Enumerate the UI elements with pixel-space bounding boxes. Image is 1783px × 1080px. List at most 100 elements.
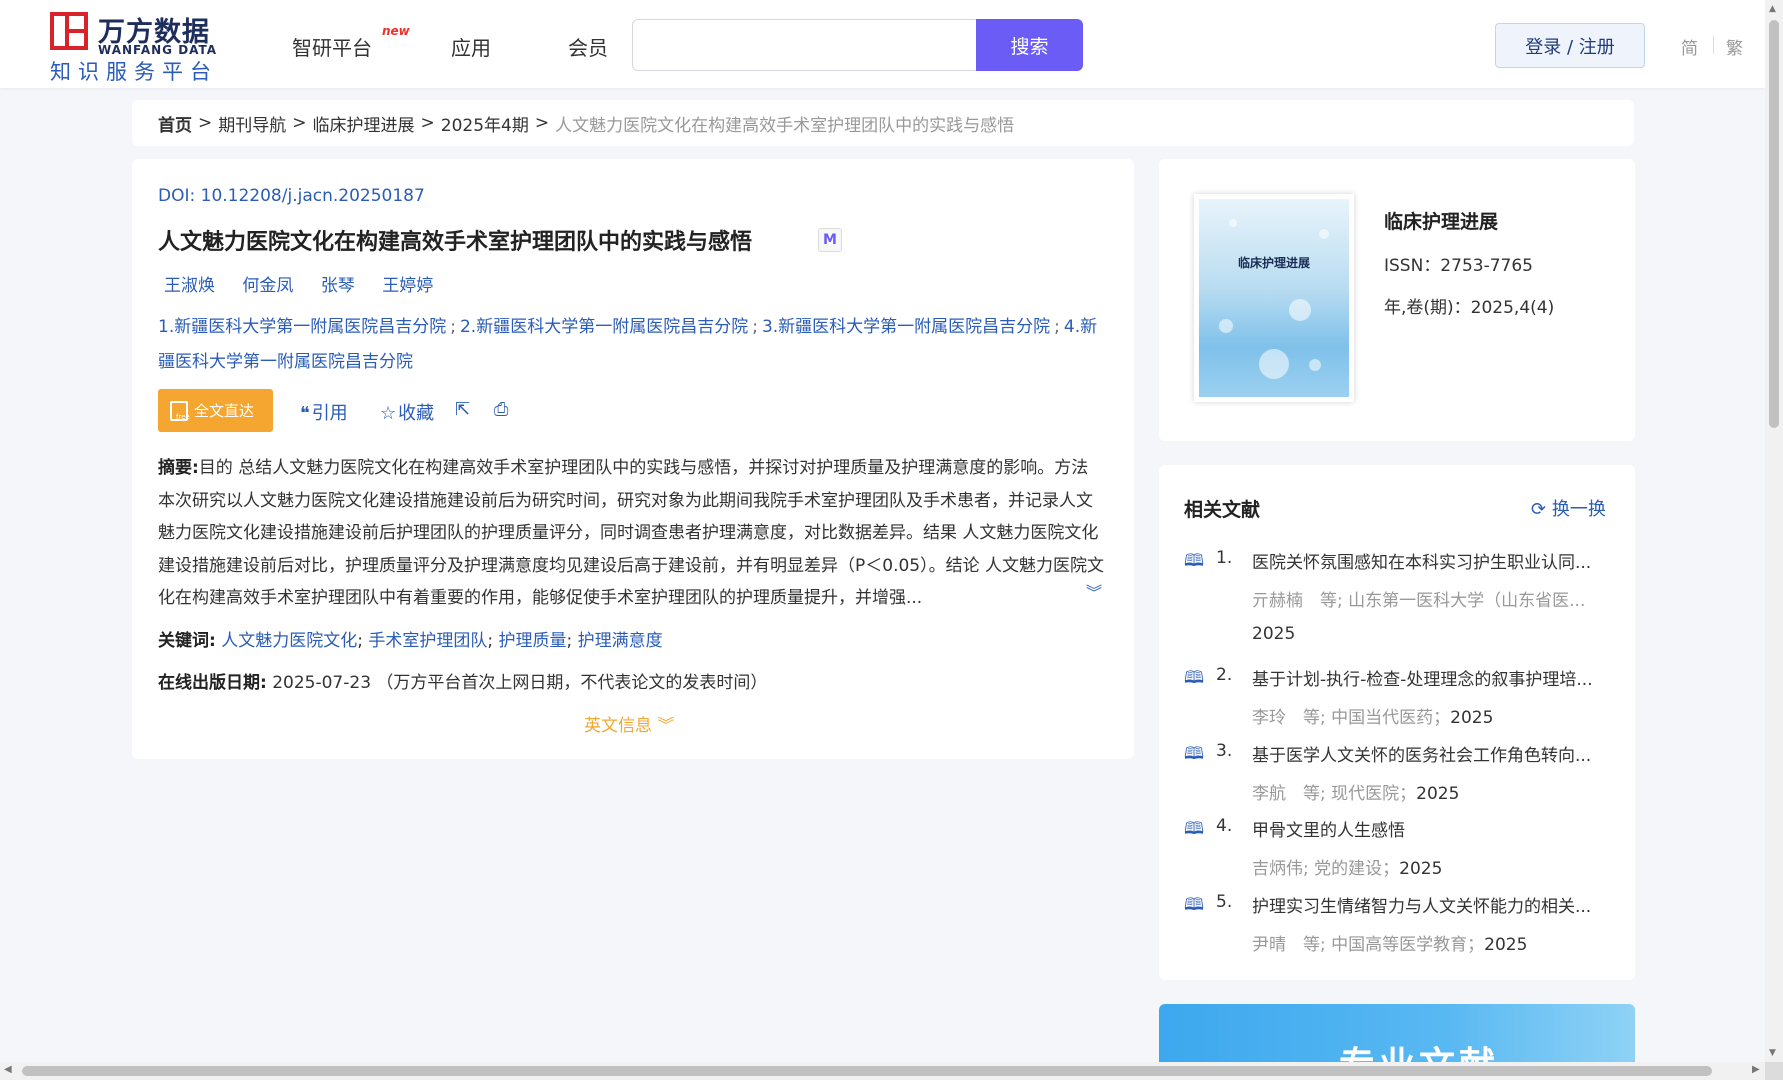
doi-label: DOI: <box>158 186 196 206</box>
refresh-label: 换一换 <box>1551 499 1606 520</box>
login-register-button[interactable]: 登录 / 注册 <box>1495 23 1645 68</box>
affil-sep: ; <box>450 317 456 337</box>
related-num: 3. <box>1216 741 1233 761</box>
horizontal-scroll-thumb[interactable] <box>22 1066 1712 1076</box>
nav-zhiyan[interactable]: 智研平台 <box>292 32 372 61</box>
lang-traditional[interactable]: 繁 <box>1726 34 1743 59</box>
lang-simplified[interactable]: 简 <box>1681 34 1698 59</box>
cover-image: 临床护理进展 <box>1199 199 1349 397</box>
doi: DOI: 10.12208/j.jacn.20250187 <box>158 186 425 206</box>
book-icon: 🕮 <box>1184 819 1205 839</box>
collect-label: 收藏 <box>398 403 435 424</box>
cite-label: 引用 <box>311 403 348 424</box>
online-pubdate: 在线出版日期: 2025-07-23 （万方平台首次上网日期，不代表论文的发表时… <box>158 668 767 693</box>
refresh-button[interactable]: ⟳ 换一换 <box>1531 495 1606 521</box>
journal-name[interactable]: 临床护理进展 <box>1384 207 1498 234</box>
breadcrumb-journals[interactable]: 期刊导航 <box>218 111 286 136</box>
free-doc-icon <box>170 400 190 421</box>
scroll-right-icon[interactable]: ▶ <box>1752 1064 1760 1075</box>
related-title-link[interactable]: 基于计划-执行-检查-处理理念的叙事护理培... <box>1252 665 1614 690</box>
breadcrumb-home[interactable]: 首页 <box>158 111 192 136</box>
related-meta: 李玲 等; 中国当代医药；2025 <box>1252 708 1494 728</box>
wanfang-logo[interactable]: 万方数据 WANFANG DATA 知识服务平台 <box>48 10 218 84</box>
related-title-link[interactable]: 医院关怀氛围感知在本科实习护生职业认同... <box>1252 548 1614 573</box>
breadcrumb-sep: > <box>534 113 550 133</box>
related-title-link[interactable]: 基于医学人文关怀的医务社会工作角色转向... <box>1252 741 1614 766</box>
affiliation-link[interactable]: 2.新疆医科大学第一附属医院昌吉分院 <box>460 317 748 337</box>
related-year: 2025 <box>1484 935 1528 955</box>
keyword-link[interactable]: 人文魅力医院文化 <box>221 631 357 651</box>
related-meta: 尹晴 等; 中国高等医学教育；2025 <box>1252 935 1528 955</box>
scroll-left-icon[interactable]: ◀ <box>4 1064 12 1075</box>
author-link[interactable]: 王淑焕 <box>164 276 215 296</box>
collect-button[interactable]: ☆ 收藏 <box>380 399 434 425</box>
nav-member[interactable]: 会员 <box>568 32 608 61</box>
related-item: 🕮 1. 医院关怀氛围感知在本科实习护生职业认同... 亓赫楠 等; 山东第一医… <box>1184 548 1614 658</box>
logo-subtitle: 知识服务平台 <box>50 60 218 84</box>
related-year: 2025 <box>1450 708 1494 728</box>
journal-cover[interactable]: 临床护理进展 <box>1194 194 1354 402</box>
related-title-link[interactable]: 甲骨文里的人生感悟 <box>1252 816 1614 841</box>
m-badge-icon[interactable]: M <box>818 228 842 252</box>
nav-apps[interactable]: 应用 <box>451 32 491 61</box>
vertical-scrollbar[interactable]: ▲ ▼ <box>1765 0 1783 1062</box>
header: 万方数据 WANFANG DATA 知识服务平台 智研平台 new 应用 会员 … <box>0 0 1765 88</box>
breadcrumb-journal[interactable]: 临床护理进展 <box>313 111 415 136</box>
author-link[interactable]: 何金凤 <box>242 276 293 296</box>
search-input[interactable] <box>632 19 977 71</box>
abstract-text: 目的 总结人文魅力医院文化在构建高效手术室护理团队中的实践与感悟，并探讨对护理质… <box>158 458 1105 608</box>
doi-link[interactable]: 10.12208/j.jacn.20250187 <box>201 186 425 206</box>
scroll-up-icon[interactable]: ▲ <box>1769 4 1776 14</box>
search-button[interactable]: 搜索 <box>976 19 1083 71</box>
breadcrumb-sep: > <box>420 113 435 133</box>
article-title: 人文魅力医院文化在构建高效手术室护理团队中的实践与感悟 <box>158 230 753 255</box>
chevron-down-icon[interactable]: ︾ <box>1086 579 1102 603</box>
book-icon: 🕮 <box>1184 668 1205 688</box>
scroll-down-icon[interactable]: ▼ <box>1769 1048 1776 1058</box>
quote-icon: ❝ <box>300 403 310 424</box>
keyword-link[interactable]: 护理质量 <box>499 631 567 651</box>
related-item: 🕮 3. 基于医学人文关怀的医务社会工作角色转向... 李航 等; 现代医院；2… <box>1184 741 1614 811</box>
fulltext-label: 全文直达 <box>194 402 255 420</box>
fulltext-button[interactable]: 全文直达 <box>158 389 273 432</box>
journal-issn: ISSN：2753-7765 <box>1384 256 1533 276</box>
print-icon: ⎙ <box>494 399 509 420</box>
journal-card: 临床护理进展 临床护理进展 ISSN：2753-7765 年,卷(期)：2025… <box>1159 159 1635 441</box>
related-literature-card: 相关文献 ⟳ 换一换 🕮 1. 医院关怀氛围感知在本科实习护生职业认同... 亓… <box>1159 465 1635 980</box>
related-meta: 李航 等; 现代医院；2025 <box>1252 784 1460 804</box>
author-link[interactable]: 张琴 <box>321 276 355 296</box>
affiliation-link[interactable]: 3.新疆医科大学第一附属医院昌吉分院 <box>762 317 1050 337</box>
breadcrumb-sep: > <box>198 113 213 133</box>
affil-sep: ; <box>1054 317 1060 337</box>
keywords: 关键词: 人文魅力医院文化; 手术室护理团队; 护理质量; 护理满意度 <box>158 626 663 651</box>
vertical-scroll-thumb[interactable] <box>1769 20 1779 428</box>
abstract: 摘要:目的 总结人文魅力医院文化在构建高效手术室护理团队中的实践与感悟，并探讨对… <box>158 452 1108 614</box>
related-year: 2025 <box>1252 624 1296 644</box>
share-button[interactable]: ⇱ <box>455 399 472 420</box>
book-icon: 🕮 <box>1184 744 1205 764</box>
author-list: 王淑焕 何金凤 张琴 王婷婷 <box>164 271 455 296</box>
related-title-link[interactable]: 护理实习生情绪智力与人文关怀能力的相关... <box>1252 892 1614 917</box>
cite-button[interactable]: ❝ 引用 <box>300 399 348 425</box>
related-title: 相关文献 <box>1184 499 1261 521</box>
affiliation-link[interactable]: 1.新疆医科大学第一附属医院昌吉分院 <box>158 317 446 337</box>
book-icon: 🕮 <box>1184 895 1205 915</box>
scrollbar-corner <box>1765 1062 1783 1080</box>
english-info-toggle[interactable]: 英文信息 ︾ <box>584 711 674 736</box>
related-year: 2025 <box>1399 859 1443 879</box>
article-card: DOI: 10.12208/j.jacn.20250187 人文魅力医院文化在构… <box>132 159 1134 759</box>
breadcrumb-issue[interactable]: 2025年4期 <box>441 111 529 136</box>
keyword-link[interactable]: 护理满意度 <box>578 631 663 651</box>
cover-title: 临床护理进展 <box>1237 256 1310 270</box>
kw-sep: ; <box>487 631 494 651</box>
keyword-link[interactable]: 手术室护理团队 <box>368 631 487 651</box>
affiliation-list: 1.新疆医科大学第一附属医院昌吉分院; 2.新疆医科大学第一附属医院昌吉分院; 3.… <box>158 310 1108 380</box>
breadcrumb: 首页 > 期刊导航 > 临床护理进展 > 2025年4期 > 人文魅力医院文化在… <box>132 100 1634 146</box>
keywords-label: 关键词: <box>158 631 216 651</box>
author-link[interactable]: 王婷婷 <box>382 276 433 296</box>
related-meta: 吉炳伟; 党的建设；2025 <box>1252 859 1443 879</box>
share-icon: ⇱ <box>455 399 471 420</box>
lang-divider <box>1713 36 1714 54</box>
horizontal-scrollbar[interactable]: ◀ ▶ <box>0 1062 1765 1080</box>
print-button[interactable]: ⎙ <box>494 399 510 420</box>
